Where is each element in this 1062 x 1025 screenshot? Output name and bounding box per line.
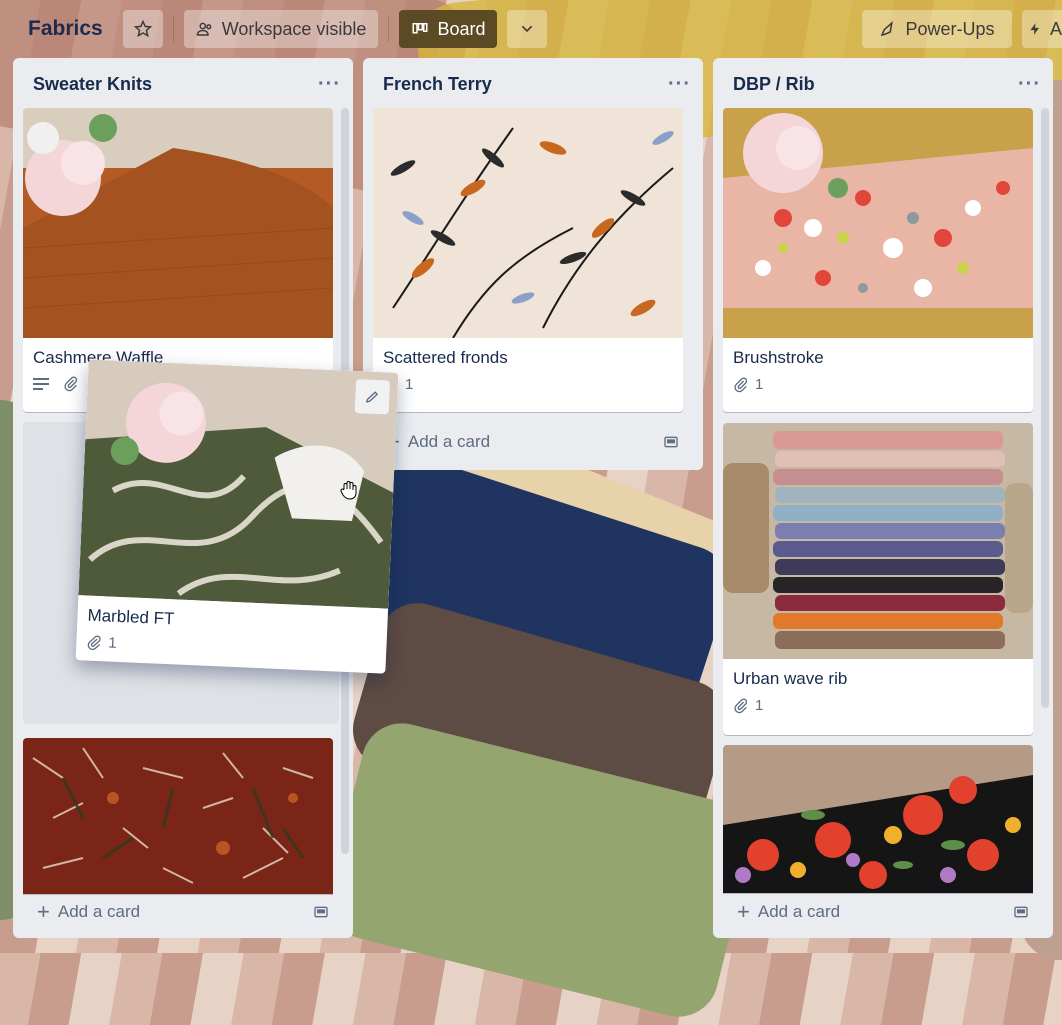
attachment-badge: 1 [733, 697, 763, 714]
lightning-icon [1028, 20, 1042, 38]
card-scattered-fronds[interactable]: Scattered fronds 1 [373, 108, 683, 412]
automation-label: A [1050, 18, 1062, 39]
card-cover-image [723, 745, 1033, 893]
chevron-down-icon [519, 21, 535, 37]
board-view-icon [411, 20, 429, 38]
star-icon [133, 20, 152, 38]
grab-cursor-icon [340, 480, 358, 500]
list-dbp-rib[interactable]: DBP / Rib ··· Brushstroke 1 Urban wave r… [713, 58, 1053, 938]
card-urban-wave-rib[interactable]: Urban wave rib 1 [723, 423, 1033, 735]
board-title[interactable]: Fabrics [28, 17, 103, 41]
paperclip-icon [733, 698, 749, 714]
paperclip-icon [63, 376, 79, 392]
card-badges: 1 [723, 368, 1033, 403]
card-title: Brushstroke [733, 348, 824, 367]
attachment-count: 1 [107, 634, 118, 652]
plus-icon: + [737, 899, 750, 924]
list-header[interactable]: Sweater Knits ··· [13, 58, 353, 110]
card-title: Urban wave rib [733, 669, 848, 688]
add-card-label: Add a card [57, 902, 141, 921]
add-card-button[interactable]: + Add a card [27, 894, 339, 930]
list-scrollbar[interactable] [1041, 108, 1049, 708]
list-header[interactable]: DBP / Rib ··· [713, 58, 1053, 110]
separator [172, 16, 174, 42]
attachment-count: 1 [405, 376, 414, 393]
star-button[interactable] [122, 10, 163, 48]
people-icon [196, 20, 214, 38]
add-card-button[interactable]: + Add a card [377, 424, 689, 460]
separator [388, 16, 390, 42]
attachment-count: 1 [755, 376, 764, 393]
paperclip-icon [86, 634, 103, 651]
create-from-template-icon[interactable] [313, 904, 329, 920]
pencil-icon [364, 388, 381, 405]
board-header: Fabrics Workspace visible Board Power-Up… [0, 0, 1062, 58]
card-cover-image [23, 738, 333, 894]
list-title[interactable]: DBP / Rib [733, 74, 815, 95]
card-badges: 1 [373, 368, 683, 403]
plus-icon: + [37, 899, 50, 924]
view-label: Board [437, 18, 486, 39]
card-red-leaf-print[interactable] [23, 738, 333, 894]
list-menu-button[interactable]: ··· [1018, 73, 1041, 96]
view-switcher-button[interactable]: Board [399, 10, 498, 48]
edit-card-button[interactable] [354, 379, 391, 415]
list-title[interactable]: Sweater Knits [33, 74, 152, 95]
card-title: Scattered fronds [383, 348, 508, 367]
card-floral-print[interactable] [723, 745, 1033, 893]
visibility-label: Workspace visible [221, 18, 367, 39]
view-dropdown-button[interactable] [507, 10, 548, 48]
card-brushstroke[interactable]: Brushstroke 1 [723, 108, 1033, 412]
powerups-button[interactable]: Power-Ups [862, 10, 1012, 48]
automation-button[interactable]: A [1022, 10, 1062, 48]
card-cover-image [373, 108, 683, 338]
description-icon [33, 377, 49, 391]
list-title[interactable]: French Terry [383, 74, 492, 95]
card-marbled-ft-dragging[interactable]: Marbled FT 1 [75, 359, 399, 674]
visibility-button[interactable]: Workspace visible [183, 10, 379, 48]
card-cover-image [723, 108, 1033, 338]
add-card-label: Add a card [407, 432, 491, 451]
paperclip-icon [733, 377, 749, 393]
create-from-template-icon[interactable] [1013, 904, 1029, 920]
list-menu-button[interactable]: ··· [668, 73, 691, 96]
add-card-button[interactable]: + Add a card [727, 894, 1039, 930]
powerups-label: Power-Ups [905, 18, 995, 39]
card-badges: 1 [723, 689, 1033, 724]
list-french-terry[interactable]: French Terry ··· Scattered fronds 1 Add … [363, 58, 703, 470]
card-cover-image [723, 423, 1033, 659]
create-from-template-icon[interactable] [663, 434, 679, 450]
attachment-badge: 1 [733, 376, 763, 393]
add-card-label: Add a card [757, 902, 841, 921]
card-cover-image [23, 108, 333, 338]
list-header[interactable]: French Terry ··· [363, 58, 703, 110]
rocket-icon [879, 20, 897, 38]
attachment-count: 1 [755, 697, 764, 714]
attachment-badge [63, 376, 85, 392]
list-menu-button[interactable]: ··· [318, 73, 341, 96]
attachment-badge: 1 [86, 634, 117, 652]
